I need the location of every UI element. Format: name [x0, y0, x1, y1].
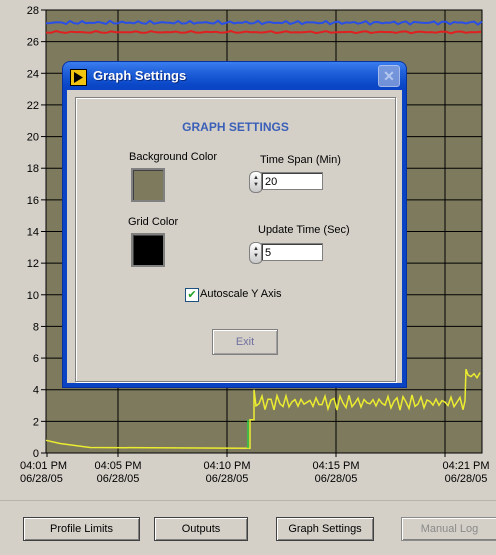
x-tick-time-label: 04:15 PM: [312, 460, 359, 472]
graph-settings-dialog: Graph Settings ✕ GRAPH SETTINGS Backgrou…: [63, 62, 406, 387]
time-span-label: Time Span (Min): [260, 154, 341, 166]
y-tick-label: 6: [33, 353, 39, 365]
x-tick-date-label: 06/28/05: [206, 473, 249, 485]
y-tick-label: 8: [33, 321, 39, 333]
autoscale-checkbox[interactable]: ✔: [185, 288, 199, 302]
manual-log-button[interactable]: Manual Log: [401, 517, 496, 541]
x-tick-date-label: 06/28/05: [315, 473, 358, 485]
settings-heading: GRAPH SETTINGS: [182, 120, 289, 134]
background-color-swatch[interactable]: [131, 168, 165, 202]
increment-arrow-icon[interactable]: ▲: [253, 175, 259, 182]
x-tick-date-label: 06/28/05: [20, 473, 63, 485]
autoscale-label: Autoscale Y Axis: [200, 288, 282, 300]
y-tick-label: 24: [27, 68, 39, 80]
x-tick-time-label: 04:05 PM: [94, 460, 141, 472]
y-tick-label: 18: [27, 163, 39, 175]
y-tick-label: 2: [33, 416, 39, 428]
increment-arrow-icon[interactable]: ▲: [253, 246, 259, 253]
x-tick-date-label: 06/28/05: [97, 473, 140, 485]
y-tick-label: 4: [33, 385, 39, 397]
time-span-input[interactable]: 20: [261, 172, 323, 190]
y-tick-label: 12: [27, 258, 39, 270]
outputs-button[interactable]: Outputs: [154, 517, 248, 541]
background-color-label: Background Color: [129, 151, 218, 163]
decrement-arrow-icon[interactable]: ▼: [253, 253, 259, 260]
grid-color-label: Grid Color: [128, 216, 179, 228]
decrement-arrow-icon[interactable]: ▼: [253, 182, 259, 189]
close-icon[interactable]: ✕: [378, 65, 400, 87]
y-tick-label: 14: [27, 227, 39, 239]
dialog-client-area: GRAPH SETTINGS Background Color Grid Col…: [67, 90, 402, 383]
y-tick-label: 10: [27, 290, 39, 302]
checkmark-icon: ✔: [187, 289, 197, 301]
update-time-input[interactable]: 5: [261, 243, 323, 261]
y-tick-label: 22: [27, 100, 39, 112]
y-tick-label: 28: [27, 5, 39, 17]
x-tick-time-label: 04:21 PM: [442, 460, 489, 472]
dialog-title: Graph Settings: [93, 68, 187, 83]
update-time-label: Update Time (Sec): [258, 224, 350, 236]
x-tick-time-label: 04:10 PM: [203, 460, 250, 472]
graph-settings-button[interactable]: Graph Settings: [276, 517, 374, 541]
grid-color-swatch[interactable]: [131, 233, 165, 267]
profile-limits-button[interactable]: Profile Limits: [23, 517, 140, 541]
y-tick-label: 26: [27, 37, 39, 49]
dialog-titlebar[interactable]: Graph Settings ✕: [63, 62, 406, 90]
x-tick-time-label: 04:01 PM: [20, 460, 67, 472]
y-tick-label: 0: [33, 448, 39, 460]
button-bar: Profile Limits Outputs Graph Settings Ma…: [0, 500, 496, 555]
settings-panel: GRAPH SETTINGS Background Color Grid Col…: [75, 97, 396, 382]
y-tick-label: 16: [27, 195, 39, 207]
y-tick-label: 20: [27, 132, 39, 144]
x-tick-date-label: 06/28/05: [445, 473, 488, 485]
labview-icon: [70, 69, 87, 86]
exit-button[interactable]: Exit: [212, 329, 278, 355]
